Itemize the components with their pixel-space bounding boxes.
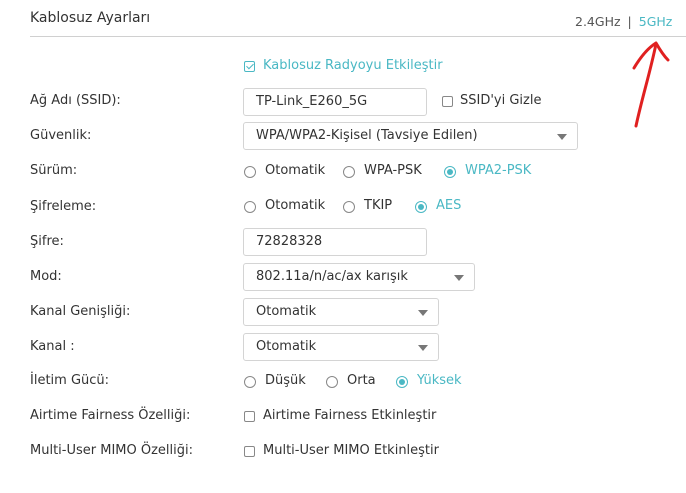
mu-mimo-checkbox[interactable] [244,446,255,457]
encryption-radio-tkip[interactable] [343,201,355,213]
version-radio-wpa-psk[interactable] [343,166,355,178]
encryption-option-auto[interactable]: Otomatik [265,198,325,213]
mu-mimo-checkbox-label[interactable]: Multi-User MIMO Etkinleştir [263,443,439,458]
version-option-auto[interactable]: Otomatik [265,163,325,178]
chevron-down-icon [454,275,464,281]
version-radio-wpa2-psk[interactable] [444,166,456,178]
security-label: Güvenlik: [30,128,92,143]
channel-select-value: Otomatik [256,339,317,354]
band-switcher: 2.4GHz | 5GHz [575,14,672,29]
tx-power-label: İletim Gücü: [30,373,110,388]
channel-width-select-value: Otomatik [256,304,317,319]
band-separator: | [627,14,632,29]
airtime-fairness-checkbox-label[interactable]: Airtime Fairness Etkinleştir [263,408,436,423]
ssid-label: Ağ Adı (SSID): [30,93,121,108]
mode-select-value: 802.11a/n/ac/ax karışık [256,269,408,284]
hide-ssid-checkbox[interactable] [442,96,453,107]
version-label: Sürüm: [30,163,78,178]
password-label: Şifre: [30,234,64,249]
tx-power-option-low[interactable]: Düşük [265,373,306,388]
tx-power-option-medium[interactable]: Orta [347,373,376,388]
version-option-wpa-psk[interactable]: WPA-PSK [364,163,422,178]
version-option-wpa2-psk[interactable]: WPA2-PSK [465,163,531,178]
tx-power-option-high[interactable]: Yüksek [417,373,462,388]
channel-label: Kanal : [30,339,75,354]
band-5ghz-link[interactable]: 5GHz [639,14,673,29]
encryption-radio-auto[interactable] [244,201,256,213]
page-title: Kablosuz Ayarları [30,10,151,26]
channel-select[interactable]: Otomatik [243,333,439,361]
security-select-value: WPA/WPA2-Kişisel (Tavsiye Edilen) [256,128,478,143]
ssid-input[interactable]: TP-Link_E260_5G [243,88,427,116]
header-divider [30,36,686,37]
version-radio-auto[interactable] [244,166,256,178]
hide-ssid-label[interactable]: SSID'yi Gizle [460,93,541,108]
band-24ghz-link[interactable]: 2.4GHz [575,14,621,29]
tx-power-radio-medium[interactable] [326,376,338,388]
airtime-fairness-checkbox[interactable] [244,411,255,422]
encryption-label: Şifreleme: [30,199,97,214]
chevron-down-icon [557,134,567,140]
password-input[interactable]: 72828328 [243,228,427,256]
mu-mimo-label: Multi-User MIMO Özelliği: [30,443,193,458]
mode-label: Mod: [30,269,62,284]
mode-select[interactable]: 802.11a/n/ac/ax karışık [243,263,475,291]
airtime-fairness-label: Airtime Fairness Özelliği: [30,408,191,423]
encryption-radio-aes[interactable] [415,201,427,213]
chevron-down-icon [418,345,428,351]
enable-radio-checkbox[interactable] [244,61,255,72]
chevron-down-icon [418,310,428,316]
tx-power-radio-high[interactable] [396,376,408,388]
annotation-arrow-icon [632,41,670,128]
channel-width-label: Kanal Genişliği: [30,304,131,319]
security-select[interactable]: WPA/WPA2-Kişisel (Tavsiye Edilen) [243,122,578,150]
encryption-option-tkip[interactable]: TKIP [364,198,392,213]
tx-power-radio-low[interactable] [244,376,256,388]
encryption-option-aes[interactable]: AES [436,198,461,213]
channel-width-select[interactable]: Otomatik [243,298,439,326]
enable-radio-label[interactable]: Kablosuz Radyoyu Etkileştir [263,58,443,73]
